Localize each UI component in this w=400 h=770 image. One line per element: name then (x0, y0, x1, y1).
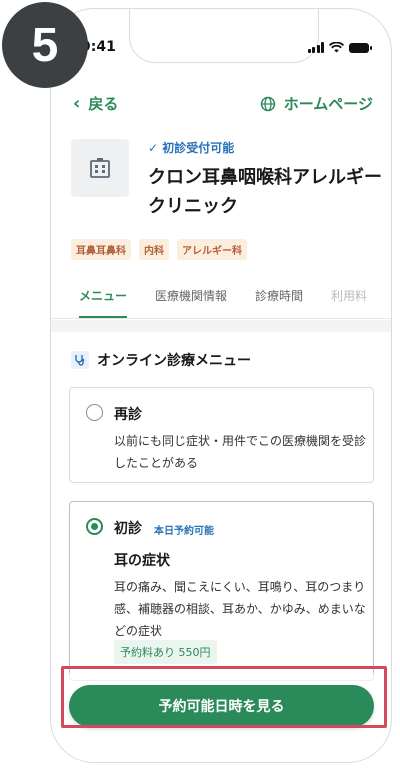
status-icons (307, 42, 372, 53)
top-nav: ‹ 戻る ホームページ (51, 85, 391, 121)
symptom-title: 耳の症状 (114, 553, 170, 569)
tab-menu[interactable]: メニュー (79, 279, 128, 318)
homepage-label: ホームページ (283, 95, 373, 113)
check-icon: ✓ (148, 141, 159, 155)
battery-icon (349, 42, 372, 53)
department-tags: 耳鼻耳鼻科 内科 アレルギー科 (71, 239, 247, 260)
symptom-description: 耳の痛み、聞こえにくい、耳鳴り、耳のつまり感、補聴器の相談、耳あか、かゆみ、めま… (114, 580, 366, 638)
reservation-fee-badge: 予約料あり 550円 (114, 640, 217, 664)
highlight-box (61, 666, 387, 728)
radio-revisit[interactable] (86, 404, 103, 421)
first-visit-label: 初診受付可能 (162, 141, 235, 155)
section-title-label: オンライン診療メニュー (97, 353, 251, 369)
revisit-title: 再診 (114, 407, 142, 423)
tab-clinic-info[interactable]: 医療機関情報 (155, 279, 227, 318)
section-divider (51, 320, 391, 332)
department-tag: 耳鼻耳鼻科 (71, 239, 131, 260)
department-tag: アレルギー科 (177, 239, 247, 260)
globe-icon (260, 96, 275, 111)
available-today-badge: 本日予約可能 (154, 526, 214, 537)
tab-fees[interactable]: 利用料 (331, 279, 367, 318)
first-visit-status: ✓ 初診受付可能 (148, 139, 234, 156)
radio-first-visit[interactable] (86, 518, 103, 535)
phone-frame: 9:41 ‹ 戻る ホームページ ✓ 初診受付可能 クロン耳鼻咽喉科アレルギーク… (50, 8, 392, 763)
tab-bar: メニュー 医療機関情報 診療時間 利用料 (51, 279, 391, 319)
back-button[interactable]: ‹ 戻る (73, 93, 118, 114)
homepage-link[interactable]: ホームページ (260, 93, 373, 114)
step-number-badge: 5 (2, 2, 88, 88)
revisit-description: 以前にも同じ症状・用件でこの医療機関を受診したことがある (114, 434, 367, 470)
department-tag: 内科 (139, 239, 169, 260)
clinic-name: クロン耳鼻咽喉科アレルギークリニック (148, 167, 382, 217)
clinic-building-icon (71, 139, 129, 197)
menu-section-title: オンライン診療メニュー (71, 350, 251, 370)
chevron-left-icon: ‹ (73, 93, 81, 114)
phone-notch (129, 9, 319, 63)
first-visit-title: 初診 (114, 521, 142, 537)
menu-option-revisit[interactable]: 再診 以前にも同じ症状・用件でこの医療機関を受診したことがある (69, 387, 374, 483)
tab-hours[interactable]: 診療時間 (255, 279, 303, 318)
back-label: 戻る (88, 95, 119, 113)
menu-option-first-visit[interactable]: 初診 本日予約可能 耳の症状 耳の痛み、聞こえにくい、耳鳴り、耳のつまり感、補聴… (69, 501, 374, 681)
stethoscope-icon (71, 351, 89, 369)
wifi-icon (329, 42, 344, 53)
signal-icon (307, 42, 324, 53)
